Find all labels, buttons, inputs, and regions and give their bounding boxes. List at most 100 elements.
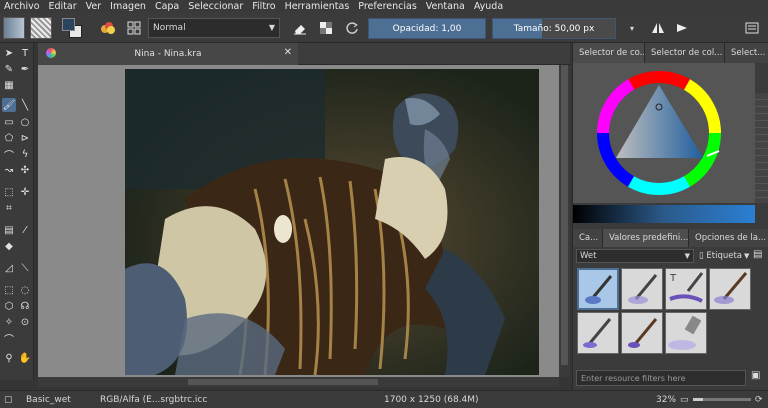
color-wheel[interactable]: [573, 63, 755, 203]
menu-archivo[interactable]: Archivo: [4, 1, 40, 12]
tab-brush-1[interactable]: Ca...: [573, 229, 603, 247]
document-tab[interactable]: Nina - Nina.kra ✕: [38, 43, 298, 65]
brush-size-slider[interactable]: Tamaño: 50,00 px: [492, 18, 616, 39]
horizontal-scroll-thumb[interactable]: [188, 379, 378, 385]
color-history-strip[interactable]: [755, 93, 768, 203]
menu-editar[interactable]: Editar: [49, 1, 77, 12]
polygon-select-tool-icon[interactable]: ⬡: [2, 299, 16, 313]
tab-label: Selector de co...: [579, 48, 645, 58]
brush-preset-5[interactable]: [577, 312, 619, 354]
krita-doc-icon: [46, 48, 56, 58]
menu-imagen[interactable]: Imagen: [110, 1, 146, 12]
size-chevron-down-icon[interactable]: ▾: [622, 18, 642, 38]
menu-ayuda[interactable]: Ayuda: [474, 1, 503, 12]
menu-seleccionar[interactable]: Seleccionar: [188, 1, 243, 12]
gradient-preset-button[interactable]: [3, 17, 25, 39]
vertical-scrollbar[interactable]: [559, 65, 570, 377]
mirror-horizontal-icon[interactable]: [648, 18, 668, 38]
polygon-tool-icon[interactable]: ⬠: [2, 131, 16, 145]
rect-select-tool-icon[interactable]: ⬚: [2, 283, 16, 297]
multibrush-tool-icon[interactable]: ✣: [18, 163, 32, 177]
brush-tool-icon[interactable]: 🖌: [2, 98, 16, 112]
freehand-select-tool-icon[interactable]: ☊: [18, 299, 32, 313]
tool-options-bar: Normal ▼ Opacidad: 1,00 Tamaño: 50,00 px…: [0, 13, 768, 43]
crop-tool-icon[interactable]: ⌗: [2, 201, 16, 215]
workspace-menu-icon[interactable]: [742, 18, 762, 38]
right-dock: Selector de co... Selector de col... Sel…: [572, 43, 768, 390]
svg-text:T: T: [669, 273, 677, 284]
calligraphy-tool-icon[interactable]: ✒: [18, 62, 32, 76]
brush-preset-3[interactable]: T: [665, 268, 707, 310]
color-picker-tool-icon[interactable]: ⁄: [18, 223, 32, 237]
menu-ver[interactable]: Ver: [86, 1, 102, 12]
rotate-canvas-icon[interactable]: ⟳: [755, 395, 763, 405]
reload-preset-icon[interactable]: [342, 18, 362, 38]
zoom-slider[interactable]: [693, 398, 751, 401]
preset-tag-select[interactable]: Wet ▼: [576, 249, 694, 263]
opacity-slider[interactable]: Opacidad: 1,00: [368, 18, 486, 39]
vertical-scroll-thumb[interactable]: [561, 65, 568, 365]
chevron-down-icon: ▼: [268, 23, 275, 32]
brush-preset-2[interactable]: [621, 268, 663, 310]
dynamic-brush-tool-icon[interactable]: ↝: [2, 163, 16, 177]
eraser-mode-icon[interactable]: [290, 18, 310, 38]
painting-canvas[interactable]: [125, 69, 539, 375]
gradient-tool-icon[interactable]: ▤: [2, 223, 16, 237]
text-tool-icon[interactable]: T: [18, 46, 32, 60]
tab-color-selector-1[interactable]: Selector de co...: [573, 43, 645, 63]
edit-shapes-tool-icon[interactable]: ✎: [2, 62, 16, 76]
tag-icon: ▯: [699, 251, 707, 261]
preset-view-icon[interactable]: ▤: [753, 249, 767, 263]
line-tool-icon[interactable]: ╲: [18, 98, 32, 112]
freehand-path-tool-icon[interactable]: ϟ: [18, 147, 32, 161]
close-icon[interactable]: ✕: [284, 47, 292, 58]
brush-preset-4[interactable]: [709, 268, 751, 310]
ellipse-select-tool-icon[interactable]: ◌: [18, 283, 32, 297]
tab-brush-presets[interactable]: Valores predefini...: [603, 229, 689, 247]
shape-tool-icon[interactable]: ▦: [2, 78, 16, 92]
assistant-tool-icon[interactable]: ◿: [2, 261, 16, 275]
brush-preset-6[interactable]: [621, 312, 663, 354]
preserve-alpha-icon[interactable]: [316, 18, 336, 38]
tab-color-selector-3[interactable]: Select...: [725, 43, 768, 63]
rectangle-tool-icon[interactable]: ▭: [2, 115, 16, 129]
blend-mode-select[interactable]: Normal ▼: [148, 18, 280, 38]
pattern-preset-button[interactable]: [30, 17, 52, 39]
canvas-area[interactable]: [38, 65, 559, 377]
brush-presets-grid-icon[interactable]: [124, 18, 144, 38]
zoom-tool-icon[interactable]: ⚲: [2, 351, 16, 365]
fg-bg-color-selector[interactable]: [60, 16, 84, 40]
menu-capa[interactable]: Capa: [155, 1, 179, 12]
fill-palette-icon[interactable]: [98, 18, 118, 38]
bezier-select-tool-icon[interactable]: ⌒: [2, 331, 16, 346]
brush-preset-1[interactable]: [577, 268, 619, 310]
resource-filter-input[interactable]: Enter resource filters here: [576, 370, 746, 386]
mirror-vertical-icon[interactable]: [672, 18, 692, 38]
tab-color-selector-2[interactable]: Selector de col...: [645, 43, 725, 63]
tag-select[interactable]: ▯ Etiqueta ▼: [699, 249, 751, 263]
color-gradient-bar[interactable]: [573, 205, 755, 223]
zoom-out-icon[interactable]: ▭: [680, 395, 689, 405]
pan-tool-icon[interactable]: ✋: [18, 351, 32, 365]
menu-preferencias[interactable]: Preferencias: [358, 1, 417, 12]
foreground-color-swatch[interactable]: [62, 18, 75, 31]
bezier-tool-icon[interactable]: ⌒: [2, 147, 16, 162]
horizontal-scrollbar[interactable]: [38, 377, 559, 387]
size-value: 50,00 px: [554, 23, 595, 34]
fill-tool-icon[interactable]: ◆: [2, 239, 16, 253]
similar-select-tool-icon[interactable]: ⊙: [18, 315, 32, 329]
move-tool-icon[interactable]: ✛: [18, 185, 32, 199]
menu-ventana[interactable]: Ventana: [426, 1, 465, 12]
menu-filtro[interactable]: Filtro: [252, 1, 275, 12]
save-icon[interactable]: ▣: [751, 370, 765, 386]
brush-preset-7[interactable]: [665, 312, 707, 354]
polyline-tool-icon[interactable]: ⊳: [18, 131, 32, 145]
chevron-down-icon: ▼: [744, 252, 750, 260]
menu-herramientas[interactable]: Herramientas: [285, 1, 350, 12]
contiguous-select-tool-icon[interactable]: ✧: [2, 315, 16, 329]
measure-tool-icon[interactable]: ⟍: [18, 261, 32, 275]
transform-tool-icon[interactable]: ⬚: [2, 185, 16, 199]
tab-tool-options[interactable]: Opciones de la...: [689, 229, 768, 247]
select-shapes-tool-icon[interactable]: ➤: [2, 46, 16, 60]
ellipse-tool-icon[interactable]: ○: [18, 115, 32, 129]
